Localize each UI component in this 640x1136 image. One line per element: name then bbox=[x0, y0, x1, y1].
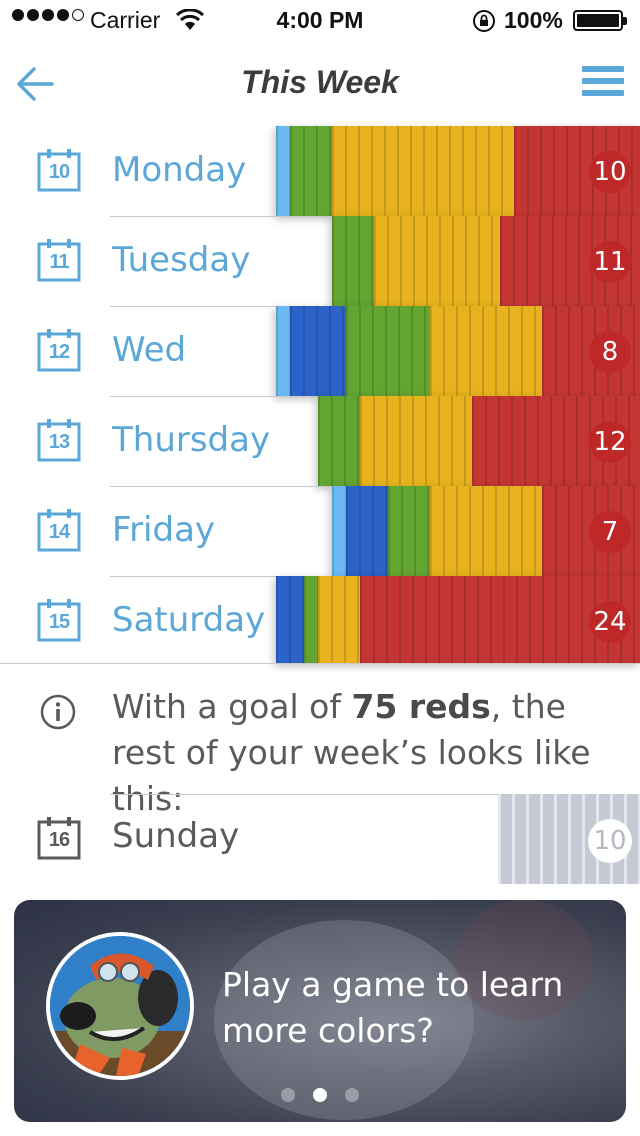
segment-blue bbox=[290, 306, 346, 396]
red-count-badge: 10 bbox=[589, 151, 631, 193]
color-bar bbox=[276, 126, 640, 216]
segment-yellow bbox=[430, 306, 542, 396]
segment-yellow bbox=[374, 216, 500, 306]
day-label: Wed bbox=[112, 330, 187, 370]
forecast-count-badge: 10 bbox=[588, 819, 632, 863]
page-dot[interactable] bbox=[345, 1088, 359, 1102]
red-count-badge: 24 bbox=[589, 601, 631, 643]
hamburger-menu-icon[interactable] bbox=[582, 66, 624, 100]
day-label: Tuesday bbox=[112, 240, 251, 280]
red-count-badge: 8 bbox=[589, 331, 631, 373]
day-label: Friday bbox=[112, 510, 216, 550]
segment-green bbox=[332, 216, 374, 306]
day-row-thursday[interactable]: 13 Thursday 12 bbox=[0, 396, 640, 486]
red-count-badge: 11 bbox=[589, 241, 631, 283]
calendar-date: 13 bbox=[48, 431, 70, 453]
segment-yellow bbox=[430, 486, 542, 576]
day-row-wed[interactable]: 12 Wed 8 bbox=[0, 306, 640, 396]
calendar-date: 11 bbox=[49, 251, 69, 273]
color-bar bbox=[276, 576, 640, 663]
day-label: Sunday bbox=[112, 816, 240, 856]
battery-icon bbox=[573, 10, 627, 31]
day-row-friday[interactable]: 14 Friday 7 bbox=[0, 486, 640, 576]
game-prompt-text: Play a game to learn more colors? bbox=[222, 965, 564, 1050]
red-count-badge: 7 bbox=[589, 511, 631, 553]
calendar-date: 14 bbox=[48, 521, 70, 543]
page-title: This Week bbox=[241, 64, 399, 100]
segment-light-blue bbox=[276, 126, 290, 216]
day-row-saturday[interactable]: 15 Saturday 24 bbox=[0, 576, 640, 663]
calendar-date: 16 bbox=[48, 829, 70, 851]
segment-light-blue bbox=[276, 306, 290, 396]
day-label: Saturday bbox=[112, 600, 266, 640]
color-bar bbox=[276, 306, 640, 396]
segment-blue bbox=[276, 576, 304, 663]
game-promo-card[interactable]: Play a game to learn more colors? bbox=[14, 900, 626, 1122]
status-bar: Carrier 4:00 PM 100% bbox=[0, 0, 640, 40]
segment-green bbox=[318, 396, 360, 486]
goal-info-prefix: With a goal of bbox=[112, 687, 352, 726]
segment-yellow bbox=[318, 576, 360, 663]
calendar-date: 12 bbox=[48, 341, 70, 363]
segment-light-blue bbox=[332, 486, 346, 576]
segment-yellow bbox=[332, 126, 514, 216]
goal-value: 75 reds bbox=[351, 687, 491, 726]
navigation-bar: This Week bbox=[0, 40, 640, 126]
segment-green bbox=[290, 126, 332, 216]
segment-yellow bbox=[360, 396, 472, 486]
page-dot[interactable] bbox=[281, 1088, 295, 1102]
section-divider bbox=[0, 663, 640, 664]
calendar-date: 15 bbox=[48, 611, 70, 633]
page-indicator[interactable] bbox=[14, 1088, 626, 1102]
day-label: Monday bbox=[112, 150, 247, 190]
page-dot-active[interactable] bbox=[313, 1088, 327, 1102]
info-icon bbox=[40, 694, 76, 730]
battery-percent: 100% bbox=[504, 7, 563, 33]
segment-green bbox=[304, 576, 318, 663]
day-row-tuesday[interactable]: 11 Tuesday 11 bbox=[0, 216, 640, 306]
day-label: Thursday bbox=[112, 420, 271, 460]
cartoon-dog-avatar bbox=[46, 932, 194, 1080]
calendar-date: 10 bbox=[48, 161, 70, 183]
day-row-sunday-forecast[interactable]: 16 Sunday 10 bbox=[0, 794, 640, 884]
lock-rotation-icon bbox=[473, 10, 495, 32]
day-row-monday[interactable]: 10 Monday 10 bbox=[0, 126, 640, 216]
segment-green bbox=[346, 306, 430, 396]
segment-green bbox=[388, 486, 430, 576]
red-count-badge: 12 bbox=[589, 421, 631, 463]
segment-blue bbox=[346, 486, 388, 576]
